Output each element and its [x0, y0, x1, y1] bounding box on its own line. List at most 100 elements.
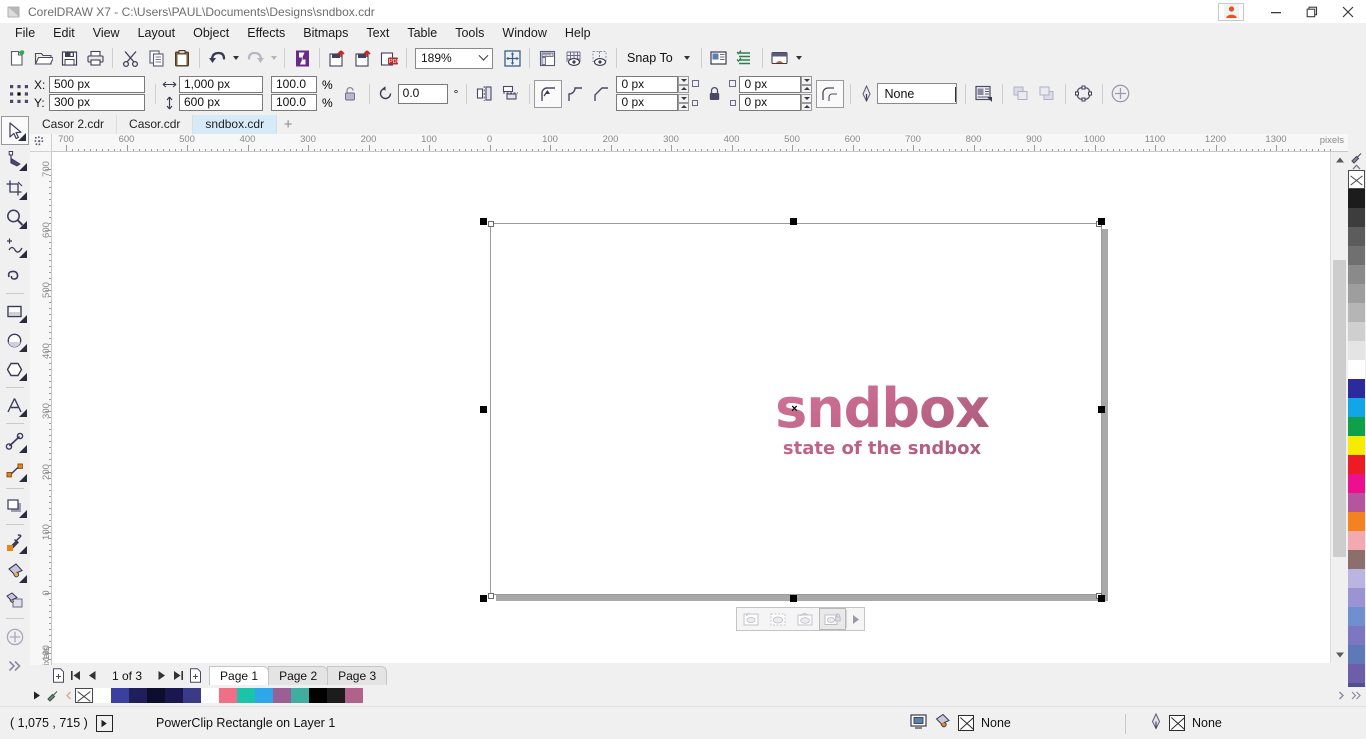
snap-to-button[interactable]: Snap To [623, 45, 697, 71]
corel-connect-button[interactable] [289, 45, 315, 71]
chamfer-corner-button[interactable] [588, 81, 614, 107]
vertical-ruler[interactable]: 700 600 500 400 300 200 100 0 100 pixels [30, 152, 52, 680]
interactive-fill-tool[interactable] [1, 586, 29, 615]
scale-horizontal-input[interactable]: 100.0 [271, 76, 317, 93]
palette-eyedropper-icon[interactable] [1348, 152, 1365, 164]
application-launcher-button[interactable] [767, 45, 793, 71]
outline-width-combo[interactable]: None [877, 83, 958, 104]
color-eyedropper-tool[interactable] [1, 528, 29, 557]
color-swatch[interactable] [1348, 626, 1365, 645]
color-swatch[interactable] [1348, 303, 1365, 322]
show-guidelines-button[interactable] [586, 45, 612, 71]
menu-file[interactable]: File [6, 24, 44, 43]
lock-ratio-button[interactable] [337, 81, 363, 107]
polygon-tool[interactable] [1, 355, 29, 384]
color-swatch[interactable] [111, 688, 129, 703]
straight-line-connector-tool[interactable] [1, 456, 29, 485]
corner-bottom-left-input[interactable]: 0 px [616, 94, 679, 111]
selection-handle-bottom-right[interactable] [1098, 595, 1105, 602]
new-document-button[interactable] [4, 45, 30, 71]
relative-corner-scale-button[interactable] [816, 79, 845, 108]
color-swatch[interactable] [291, 688, 309, 703]
color-swatch[interactable] [1348, 607, 1365, 626]
sndbox-logo-artwork[interactable]: sndbox state of the sndbox [752, 382, 1012, 460]
color-swatch[interactable] [237, 688, 255, 703]
edit-powerclip-button[interactable] [738, 608, 765, 630]
color-swatch[interactable] [1348, 398, 1365, 417]
color-swatch[interactable] [1348, 436, 1365, 455]
color-swatch[interactable] [1348, 322, 1365, 341]
open-document-button[interactable] [30, 45, 56, 71]
color-swatch[interactable] [129, 688, 147, 703]
color-swatch[interactable] [219, 688, 237, 703]
page-tab-page-3[interactable]: Page 3 [327, 666, 388, 685]
chevron-down-icon[interactable] [474, 49, 492, 68]
scroll-up-arrow-icon[interactable] [1331, 152, 1348, 168]
menu-window[interactable]: Window [493, 24, 555, 43]
corner-bottom-right-spinner[interactable] [801, 94, 813, 111]
vertical-scrollbar[interactable] [1330, 152, 1347, 663]
to-front-button[interactable] [1007, 81, 1033, 107]
menu-view[interactable]: View [84, 24, 129, 43]
menu-edit[interactable]: Edit [44, 24, 84, 43]
color-swatch[interactable] [1348, 265, 1365, 284]
corner-top-right-input[interactable]: 0 px [739, 76, 802, 93]
color-swatch[interactable] [1348, 664, 1365, 683]
quick-customize-tool[interactable] [1, 622, 29, 651]
launcher-dropdown-arrow-icon[interactable] [793, 45, 805, 71]
select-powerclip-contents-button[interactable] [765, 608, 792, 630]
vertical-scroll-thumb[interactable] [1333, 260, 1346, 557]
horizontal-color-palette[interactable] [30, 687, 1366, 704]
undo-dropdown-arrow-icon[interactable] [230, 45, 242, 71]
cut-button[interactable] [117, 45, 143, 71]
close-button[interactable] [1330, 0, 1366, 24]
palette-expand-icon[interactable] [1348, 688, 1364, 703]
menu-object[interactable]: Object [184, 24, 238, 43]
powerclip-more-button[interactable] [847, 608, 863, 630]
color-swatch[interactable] [345, 688, 363, 703]
color-swatch[interactable] [1348, 455, 1365, 474]
palette-eyedropper-icon[interactable] [44, 688, 61, 703]
copy-button[interactable] [143, 45, 169, 71]
corner-bottom-left-spinner[interactable] [678, 94, 690, 111]
toolbox-overflow-button[interactable] [1, 651, 29, 680]
parallel-dimension-tool[interactable] [1, 427, 29, 456]
menu-text[interactable]: Text [357, 24, 398, 43]
scroll-down-arrow-icon[interactable] [1331, 647, 1348, 663]
redo-dropdown-arrow-icon[interactable] [268, 45, 280, 71]
selection-handle-bottom-left[interactable] [480, 595, 487, 602]
previous-page-button[interactable] [84, 666, 101, 685]
color-swatch[interactable] [1348, 512, 1365, 531]
selection-handle-top-left[interactable] [480, 218, 487, 225]
next-page-button[interactable] [153, 666, 170, 685]
fill-color-swatch[interactable] [958, 715, 974, 731]
color-swatch[interactable] [75, 688, 93, 703]
document-tab-casor2[interactable]: Casor 2.cdr [30, 115, 118, 134]
pick-tool[interactable] [1, 116, 29, 145]
y-position-input[interactable]: 300 px [49, 94, 145, 111]
menu-bitmaps[interactable]: Bitmaps [294, 24, 357, 43]
color-swatch[interactable] [1348, 550, 1365, 569]
add-page-before-button[interactable] [50, 666, 67, 685]
smart-fill-tool[interactable] [1, 261, 29, 290]
import-button[interactable] [324, 45, 350, 71]
color-swatch[interactable] [273, 688, 291, 703]
color-swatch[interactable] [255, 688, 273, 703]
menu-help[interactable]: Help [556, 24, 600, 43]
vertical-color-palette[interactable] [1347, 152, 1366, 702]
height-input[interactable]: 600 px [179, 94, 263, 111]
convert-to-curves-button[interactable] [1070, 81, 1096, 107]
color-swatch[interactable] [309, 688, 327, 703]
color-swatch[interactable] [1348, 588, 1365, 607]
add-page-after-button[interactable] [187, 666, 204, 685]
document-tab-sndbox[interactable]: sndbox.cdr [193, 115, 278, 134]
zoom-level-combo[interactable]: 189% [415, 47, 493, 69]
user-account-button[interactable] [1218, 2, 1244, 21]
show-rulers-button[interactable] [534, 45, 560, 71]
rectangle-tool[interactable] [1, 297, 29, 326]
menu-effects[interactable]: Effects [238, 24, 294, 43]
color-swatch[interactable] [1348, 474, 1365, 493]
corner-top-left-spinner[interactable] [678, 76, 690, 93]
color-swatch[interactable] [1348, 208, 1365, 227]
selection-handle-bottom-center[interactable] [790, 595, 797, 602]
